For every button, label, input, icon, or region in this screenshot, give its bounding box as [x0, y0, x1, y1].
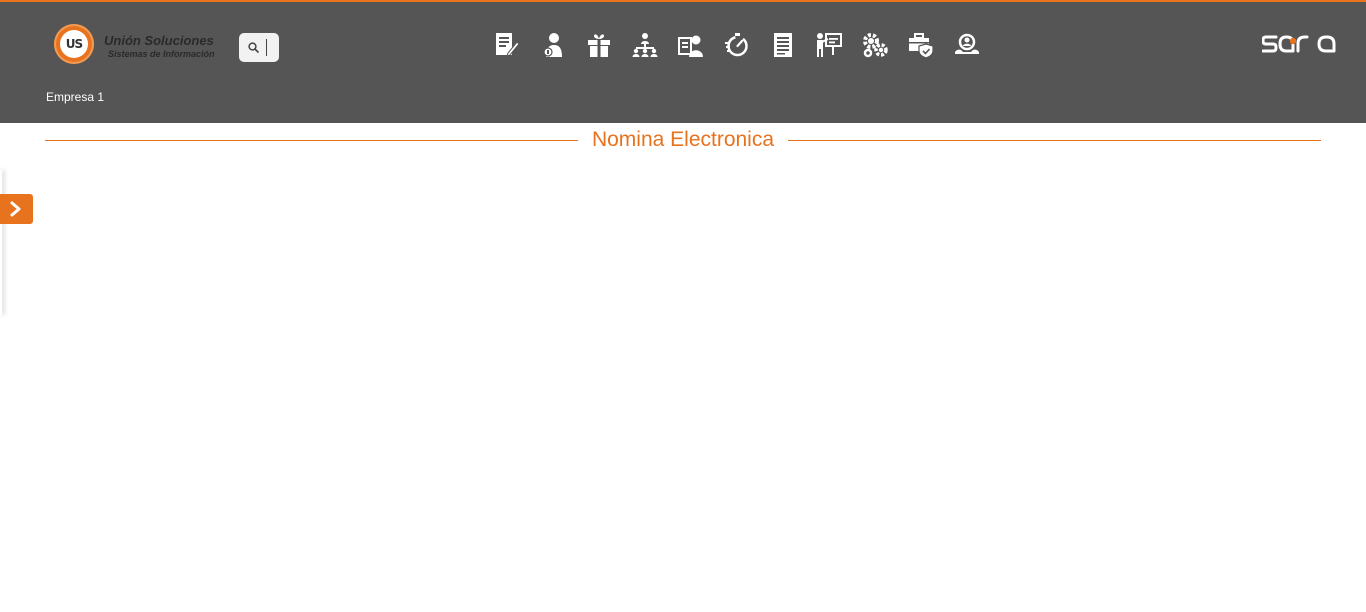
menu-gears[interactable] [861, 31, 889, 59]
chevron-right-icon [10, 201, 21, 217]
top-navbar: US Unión Soluciones Sistemas de Informac… [0, 0, 1366, 123]
menu-hierarchy[interactable] [631, 31, 659, 59]
briefcase-shield-icon [909, 33, 934, 59]
sidebar-toggle-button[interactable] [0, 194, 33, 224]
search-divider [266, 39, 267, 56]
section-header: Nomina Electronica [45, 126, 1321, 154]
search-icon [248, 42, 259, 53]
user-search-icon [955, 33, 979, 54]
menu-presentation[interactable] [815, 31, 843, 59]
logo-subtitle: Sistemas de Información [108, 49, 215, 59]
id-card-user-icon [678, 35, 703, 57]
menu-report[interactable] [769, 31, 797, 59]
presentation-icon [817, 33, 842, 57]
page-title: Nomina Electronica [591, 128, 775, 151]
logo-badge-text: US [60, 30, 88, 58]
title-divider-left [45, 140, 578, 141]
union-soluciones-logo[interactable]: US Unión Soluciones Sistemas de Informac… [52, 22, 222, 70]
menu-briefcase-shield[interactable] [907, 31, 935, 59]
menu-employee[interactable] [539, 31, 567, 59]
sara-logo-wordmark: sara [1261, 35, 1336, 53]
menu-id-card-user[interactable] [677, 31, 705, 59]
menu-document-edit[interactable] [493, 31, 521, 59]
employee-icon [543, 33, 562, 57]
stopwatch-icon [725, 33, 748, 57]
logo-title: Unión Soluciones [104, 33, 214, 48]
document-edit-icon [496, 33, 520, 57]
menu-user-search[interactable] [953, 31, 981, 59]
hierarchy-icon [632, 33, 658, 57]
title-divider-right [788, 140, 1321, 141]
sara-brand-logo[interactable]: sara [1261, 32, 1336, 56]
gift-icon [588, 34, 610, 57]
company-name[interactable]: Empresa 1 [46, 90, 104, 104]
report-icon [774, 33, 792, 57]
search-button[interactable] [239, 33, 279, 62]
logo-badge: US [54, 24, 94, 64]
menu-stopwatch[interactable] [723, 31, 751, 59]
gears-icon [863, 33, 888, 58]
collapsed-sidebar [0, 170, 2, 315]
menu-gift[interactable] [585, 31, 613, 59]
